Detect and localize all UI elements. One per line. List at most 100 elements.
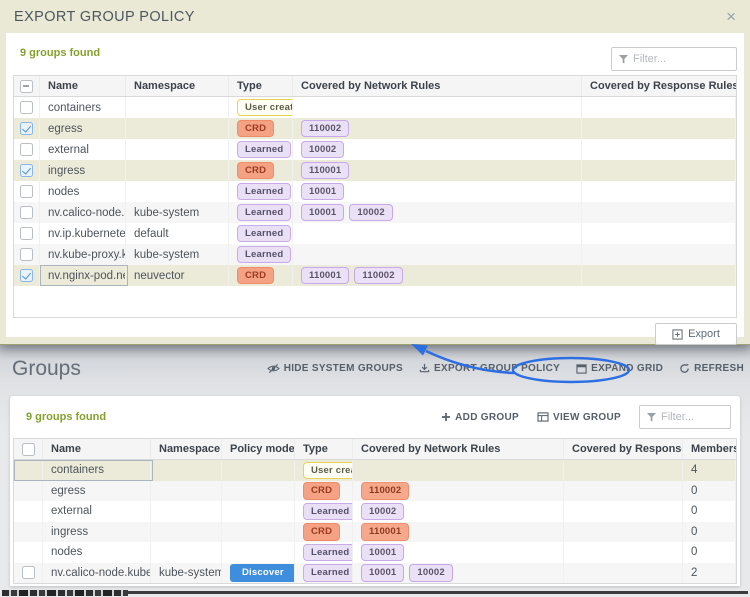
table-row[interactable]: external Learned 10002 [14,139,736,160]
checkbox-cell[interactable] [14,97,40,118]
column-header-response-rules[interactable]: Covered by Response R.. [564,439,683,459]
hide-system-groups-label: HIDE SYSTEM GROUPS [283,363,403,374]
header-checkbox-cell[interactable] [14,439,43,459]
table-row[interactable]: egress CRD 110002 [14,118,736,139]
name-cell: nv.ip.kubernetes.default [40,223,126,244]
response-rules-cell [564,480,683,501]
table-row[interactable]: nv.kube-proxy.kube-systemkube-system Lear… [14,244,736,265]
eye-slash-icon [266,363,280,374]
namespace-cell [151,460,222,481]
table-row[interactable]: ingress CRD 110001 [14,160,736,181]
page-title: Groups [12,357,81,380]
groups-table-header: Name Namespace Policy mode Type Covered … [14,439,736,460]
namespace-cell: default [126,223,229,244]
crd-badge: CRD [237,161,275,180]
table-row[interactable]: nv.calico-node.kube-systemkube-system Dis… [14,562,736,583]
row-checkbox[interactable] [20,227,33,240]
table-row[interactable]: containers User created 4 [14,460,736,481]
checkbox-cell[interactable] [14,244,40,265]
column-header-type[interactable]: Type [295,439,353,459]
groups-filter-box[interactable] [639,405,731,429]
plus-icon [441,412,451,422]
column-header-members[interactable]: Members [683,439,736,459]
namespace-cell [126,118,229,139]
namespace-cell: kube-system [126,244,229,265]
name-cell: nv.nginx-pod.neuvector [40,265,126,286]
purple-badge: 10001 [301,203,345,222]
add-group-label: ADD GROUP [455,411,519,423]
checkbox-cell[interactable] [14,160,40,181]
checkbox-cell[interactable] [14,223,40,244]
column-header-policy-mode[interactable]: Policy mode [222,439,295,459]
response-rules-cell [564,562,683,583]
namespace-cell [126,97,229,118]
row-checkbox[interactable] [20,185,33,198]
table-row[interactable]: nodes Learned 10001 [14,181,736,202]
table-row[interactable]: nv.nginx-pod.neuvectorneuvector CRD 110001… [14,265,736,286]
row-checkbox[interactable] [20,269,33,282]
column-header-namespace[interactable]: Namespace [151,439,222,459]
purple-badge: 110001 [301,266,350,285]
row-checkbox[interactable] [20,101,33,114]
refresh-button[interactable]: REFRESH [679,363,744,374]
column-header-name[interactable]: Name [43,439,151,459]
row-checkbox[interactable] [20,164,33,177]
column-header-type[interactable]: Type [229,76,293,96]
type-cell: CRD [295,521,353,542]
checkbox-cell[interactable] [14,265,40,286]
table-row[interactable]: nv.ip.kubernetes.defaultdefault Learned [14,223,736,244]
policy-mode-cell [222,521,295,542]
export-group-policy-button[interactable]: EXPORT GROUP POLICY [419,363,560,374]
table-row[interactable]: ingress CRD 110001 0 [14,521,736,542]
column-header-network-rules[interactable]: Covered by Network Rules [353,439,564,459]
header-checkbox-cell[interactable] [14,76,40,96]
policy-mode-cell [222,480,295,501]
column-header-namespace[interactable]: Namespace [126,76,229,96]
view-group-button[interactable]: VIEW GROUP [537,412,621,423]
modal-filter-input[interactable] [633,53,729,65]
column-header-name[interactable]: Name [40,76,126,96]
groups-table: Name Namespace Policy mode Type Covered … [13,438,737,584]
row-checkbox[interactable] [20,206,33,219]
bottom-window-edge [0,589,750,597]
modal-group-count: 9 groups found [20,47,101,59]
table-row[interactable]: external Learned 10002 0 [14,501,736,522]
select-all-checkbox[interactable] [21,442,35,456]
expand-grid-button[interactable]: EXPAND GRID [576,363,663,374]
namespace-cell: neuvector [126,265,229,286]
table-row[interactable]: egress CRD 110002 0 [14,480,736,501]
select-all-checkbox[interactable] [20,79,33,93]
checkbox-cell [14,542,43,563]
name-cell: external [40,139,126,160]
modal-filter-box[interactable] [611,47,737,71]
export-button[interactable]: Export [655,323,737,345]
checkbox-cell[interactable] [14,562,43,583]
table-row[interactable]: nv.calico-node.kube-systemkube-system Lea… [14,202,736,223]
row-checkbox[interactable] [21,566,35,580]
add-group-button[interactable]: ADD GROUP [441,412,519,423]
checkbox-cell[interactable] [14,118,40,139]
checkbox-cell[interactable] [14,202,40,223]
user-badge: User created [303,461,352,479]
checkbox-cell[interactable] [14,139,40,160]
row-checkbox[interactable] [20,122,33,135]
table-row[interactable]: containers User created [14,97,736,118]
row-checkbox[interactable] [20,143,33,156]
type-cell: Learned [229,244,293,265]
row-checkbox[interactable] [20,248,33,261]
table-row[interactable]: nodes Learned 10001 0 [14,542,736,563]
hide-system-groups-button[interactable]: HIDE SYSTEM GROUPS [266,363,403,374]
type-cell: Learned [295,501,353,522]
type-cell: Learned [229,181,293,202]
groups-filter-input[interactable] [661,411,723,423]
checkbox-cell[interactable] [14,181,40,202]
learned-badge: Learned [303,543,352,561]
column-header-response-rules[interactable]: Covered by Response Rules [582,76,736,96]
export-group-policy-label: EXPORT GROUP POLICY [434,363,561,374]
response-rules-cell [582,118,736,139]
bottom-edge-marks [2,590,128,596]
close-icon[interactable]: × [726,8,736,25]
namespace-cell [151,542,222,563]
user-badge: User created [237,98,292,117]
column-header-network-rules[interactable]: Covered by Network Rules [293,76,582,96]
